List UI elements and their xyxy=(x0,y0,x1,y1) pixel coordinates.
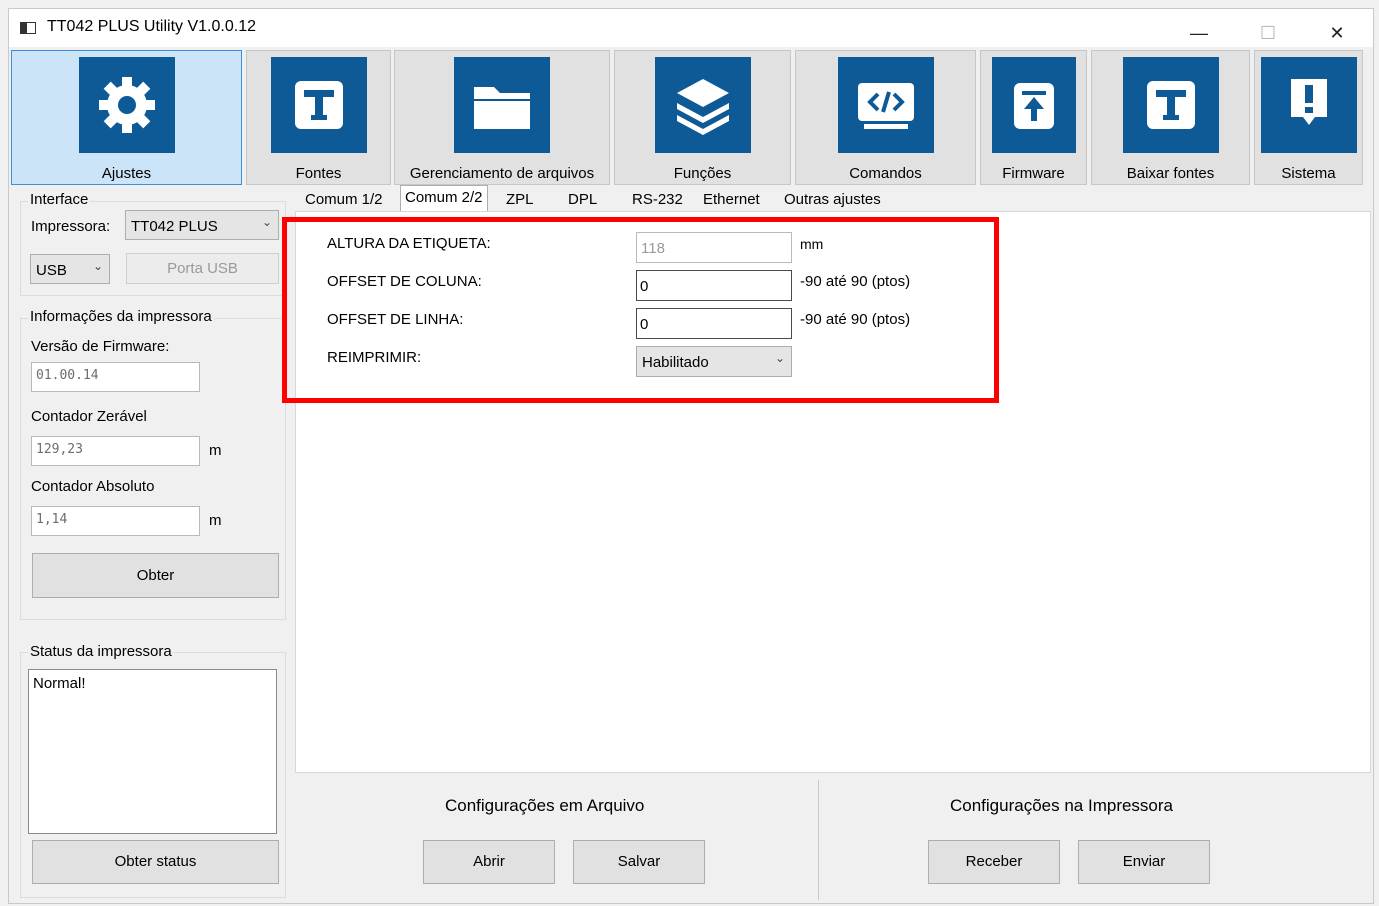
chevron-down-icon: ⌄ xyxy=(92,259,103,273)
printer-label: Impressora: xyxy=(31,218,111,235)
toolbar-funcoes-button[interactable]: Funções xyxy=(614,50,791,185)
window-title: TT042 PLUS Utility V1.0.0.12 xyxy=(47,18,256,35)
tab-rs232[interactable]: RS-232 xyxy=(628,188,687,212)
toolbar-label: Baixar fontes xyxy=(1126,165,1215,182)
status-text-area[interactable]: Normal! xyxy=(28,669,277,834)
interface-title: Interface xyxy=(28,191,91,208)
maximize-button[interactable]: ☐ xyxy=(1245,18,1291,48)
open-button[interactable]: Abrir xyxy=(423,840,555,884)
toolbar-sistema-button[interactable]: Sistema xyxy=(1254,50,1363,185)
minimize-button[interactable]: — xyxy=(1176,18,1222,48)
chevron-down-icon: ⌄ xyxy=(261,215,272,229)
abs-counter-unit: m xyxy=(209,512,222,529)
printer-config-title: Configurações na Impressora xyxy=(950,796,1174,815)
toolbar-label: Ajustes xyxy=(101,165,152,182)
toolbar-label: Comandos xyxy=(849,165,922,182)
firmware-label: Versão de Firmware: xyxy=(31,338,170,355)
reset-counter-unit: m xyxy=(209,442,222,459)
toolbar-ajustes-button[interactable]: Ajustes xyxy=(11,50,242,185)
printer-status-title: Status da impressora xyxy=(28,643,174,660)
toolbar-label: Sistema xyxy=(1281,165,1336,182)
save-button[interactable]: Salvar xyxy=(573,840,705,884)
tab-comum-1[interactable]: Comum 1/2 xyxy=(301,188,387,212)
highlight-box xyxy=(282,217,999,403)
file-config-title: Configurações em Arquivo xyxy=(445,796,645,815)
upload-icon xyxy=(991,57,1076,153)
usb-port-button[interactable]: Porta USB xyxy=(126,253,279,284)
toolbar-fontes-button[interactable]: Fontes xyxy=(246,50,391,185)
get-info-button[interactable]: Obter xyxy=(32,553,279,598)
reset-counter-field[interactable]: 129,23 xyxy=(31,436,200,466)
port-select[interactable]: USB ⌄ xyxy=(30,254,110,284)
close-button[interactable]: ✕ xyxy=(1314,18,1360,48)
code-icon xyxy=(837,57,934,153)
printer-info-title: Informações da impressora xyxy=(28,308,214,325)
toolbar-baixar-fontes-button[interactable]: Baixar fontes xyxy=(1091,50,1250,185)
tab-ethernet[interactable]: Ethernet xyxy=(699,188,764,212)
printer-select[interactable]: TT042 PLUS ⌄ xyxy=(125,210,279,240)
toolbar-label: Gerenciamento de arquivos xyxy=(409,165,595,182)
abs-counter-label: Contador Absoluto xyxy=(31,478,155,495)
get-status-button[interactable]: Obter status xyxy=(32,840,279,884)
toolbar-label: Firmware xyxy=(1002,165,1065,182)
toolbar-gerenciamento-button[interactable]: Gerenciamento de arquivos xyxy=(394,50,610,185)
status-text: Normal! xyxy=(33,675,86,692)
toolbar-firmware-button[interactable]: Firmware xyxy=(980,50,1087,185)
port-select-value: USB xyxy=(36,262,67,279)
firmware-field[interactable]: 01.00.14 xyxy=(31,362,200,392)
toolbar-comandos-button[interactable]: Comandos xyxy=(795,50,976,185)
font-t-icon xyxy=(1122,57,1219,153)
tab-dpl[interactable]: DPL xyxy=(564,188,601,212)
title-bar: TT042 PLUS Utility V1.0.0.12 — ☐ ✕ xyxy=(9,9,1373,47)
send-button[interactable]: Enviar xyxy=(1078,840,1210,884)
bottom-divider xyxy=(818,780,819,900)
toolbar-label: Funções xyxy=(673,165,732,182)
tab-comum-2[interactable]: Comum 2/2 xyxy=(400,185,488,212)
font-t-icon xyxy=(270,57,367,153)
toolbar-label: Fontes xyxy=(295,165,342,182)
exclamation-icon xyxy=(1260,57,1357,153)
layers-icon xyxy=(654,57,751,153)
abs-counter-field[interactable]: 1,14 xyxy=(31,506,200,536)
gear-icon xyxy=(78,57,175,153)
app-icon xyxy=(20,22,36,34)
printer-select-value: TT042 PLUS xyxy=(131,218,218,235)
receive-button[interactable]: Receber xyxy=(928,840,1060,884)
tab-outras-ajustes[interactable]: Outras ajustes xyxy=(780,188,885,212)
folder-icon xyxy=(454,57,550,153)
reset-counter-label: Contador Zerável xyxy=(31,408,147,425)
tab-zpl[interactable]: ZPL xyxy=(502,188,538,212)
